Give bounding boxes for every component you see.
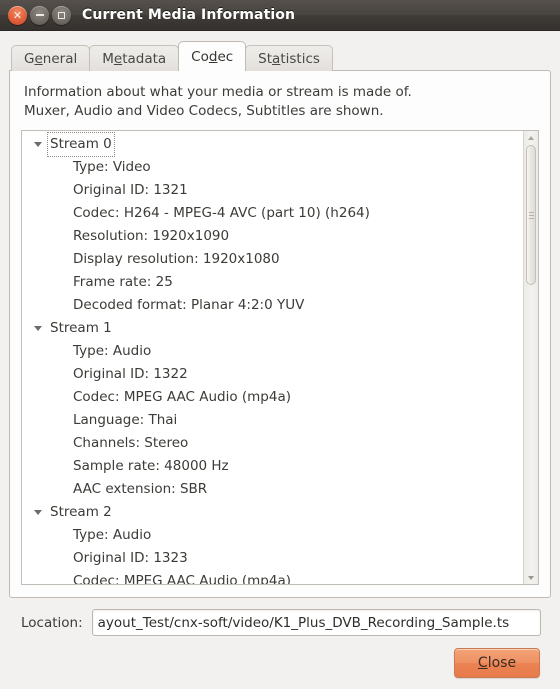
chevron-up-icon (528, 135, 534, 140)
tree-node-child[interactable]: Codec: MPEG AAC Audio (mp4a) (22, 386, 523, 409)
description-line-2: Muxer, Audio and Video Codecs, Subtitles… (24, 103, 384, 119)
window-minimize-button[interactable] (30, 5, 49, 25)
tree-node-child[interactable]: Decoded format: Planar 4:2:0 YUV (22, 294, 523, 317)
tree-child-label: Sample rate: 48000 Hz (73, 458, 229, 474)
tab-bar: General Metadata Codec Statistics (9, 40, 551, 71)
tree-child-label: Original ID: 1321 (73, 182, 188, 198)
scroll-up-button[interactable] (524, 131, 538, 144)
tree-child-label: Codec: H264 - MPEG-4 AVC (part 10) (h264… (73, 205, 370, 221)
close-button[interactable]: Close (454, 648, 540, 678)
window-maximize-button[interactable] (52, 5, 71, 25)
codec-tab-panel: Information about what your media or str… (9, 70, 551, 598)
tree-node-child[interactable]: Type: Audio (22, 340, 523, 363)
tree-node-label: Stream 1 (50, 320, 112, 336)
tree-node-child[interactable]: Type: Video (22, 156, 523, 179)
panel-description: Information about what your media or str… (21, 82, 539, 130)
dialog-action-bar: Close (9, 636, 551, 689)
tree-node-child[interactable]: Original ID: 1323 (22, 547, 523, 570)
location-row: Location: (9, 598, 551, 636)
media-information-window: ✕ Current Media Information General Meta… (0, 0, 560, 689)
tree-child-label: Codec: MPEG AAC Audio (mp4a) (73, 573, 291, 584)
window-close-button[interactable]: ✕ (8, 5, 27, 25)
location-label: Location: (21, 614, 83, 631)
close-icon: ✕ (12, 8, 23, 22)
triangle-down-icon[interactable] (31, 510, 45, 515)
tree-node-parent[interactable]: Stream 0 (22, 132, 523, 157)
triangle-down-icon[interactable] (31, 142, 45, 147)
tab-statistics[interactable]: Statistics (245, 45, 333, 71)
tab-metadata-label: Metadata (102, 50, 167, 67)
codec-tree-container: Stream 0 Type: Video Original ID: 1321 Code… (21, 130, 539, 585)
tree-vertical-scrollbar[interactable] (523, 131, 538, 584)
tree-node-child[interactable]: Original ID: 1321 (22, 179, 523, 202)
tree-node-child[interactable]: Original ID: 1322 (22, 363, 523, 386)
tree-node-child[interactable]: Channels: Stereo (22, 432, 523, 455)
minimize-icon (30, 6, 49, 25)
tree-child-label: Frame rate: 25 (73, 274, 173, 290)
scroll-down-button[interactable] (524, 571, 538, 584)
tree-node-child[interactable]: Resolution: 1920x1090 (22, 225, 523, 248)
tree-child-label: Original ID: 1322 (73, 366, 188, 382)
titlebar: ✕ Current Media Information (0, 0, 560, 31)
tab-statistics-label: Statistics (258, 50, 320, 67)
codec-tree[interactable]: Stream 0 Type: Video Original ID: 1321 Code… (22, 131, 523, 584)
tree-node-child[interactable]: Sample rate: 48000 Hz (22, 455, 523, 478)
tree-child-label: Channels: Stereo (73, 435, 189, 451)
close-button-label: Close (477, 655, 517, 671)
tree-child-label: Type: Video (73, 159, 151, 175)
tree-node-child[interactable]: Codec: H264 - MPEG-4 AVC (part 10) (h264… (22, 202, 523, 225)
tree-child-label: Language: Thai (73, 412, 178, 428)
chevron-down-icon (528, 575, 534, 580)
tree-node-child[interactable]: Frame rate: 25 (22, 271, 523, 294)
scrollbar-thumb[interactable] (526, 145, 536, 285)
tab-codec[interactable]: Codec (178, 41, 247, 71)
location-input[interactable] (91, 609, 541, 636)
tree-node-label: Stream 0 (47, 132, 115, 157)
tree-child-label: Type: Audio (73, 343, 152, 359)
tab-codec-label: Codec (191, 48, 234, 65)
tree-child-label: Codec: MPEG AAC Audio (mp4a) (73, 389, 291, 405)
tab-metadata[interactable]: Metadata (89, 45, 180, 71)
triangle-down-icon[interactable] (31, 326, 45, 331)
tree-node-child[interactable]: Codec: MPEG AAC Audio (mp4a) (22, 570, 523, 584)
tree-node-child[interactable]: Language: Thai (22, 409, 523, 432)
tree-child-label: Type: Audio (73, 527, 152, 543)
tree-child-label: Display resolution: 1920x1080 (73, 251, 280, 267)
window-controls: ✕ (8, 5, 71, 25)
tree-child-label: Resolution: 1920x1090 (73, 228, 230, 244)
tree-child-label: Decoded format: Planar 4:2:0 YUV (73, 297, 305, 313)
tree-node-parent[interactable]: Stream 1 (22, 317, 523, 340)
window-title: Current Media Information (82, 7, 296, 23)
description-line-1: Information about what your media or str… (24, 84, 412, 100)
tree-node-child[interactable]: AAC extension: SBR (22, 478, 523, 501)
tree-node-label: Stream 2 (50, 504, 112, 520)
tree-node-parent[interactable]: Stream 2 (22, 501, 523, 524)
tree-child-label: Original ID: 1323 (73, 550, 188, 566)
tab-general[interactable]: General (11, 45, 91, 71)
maximize-icon (52, 6, 71, 25)
tab-general-label: General (24, 50, 78, 67)
client-area: General Metadata Codec Statistics Inform… (0, 31, 560, 689)
tree-node-child[interactable]: Type: Audio (22, 524, 523, 547)
tree-child-label: AAC extension: SBR (73, 481, 208, 497)
tree-node-child[interactable]: Display resolution: 1920x1080 (22, 248, 523, 271)
